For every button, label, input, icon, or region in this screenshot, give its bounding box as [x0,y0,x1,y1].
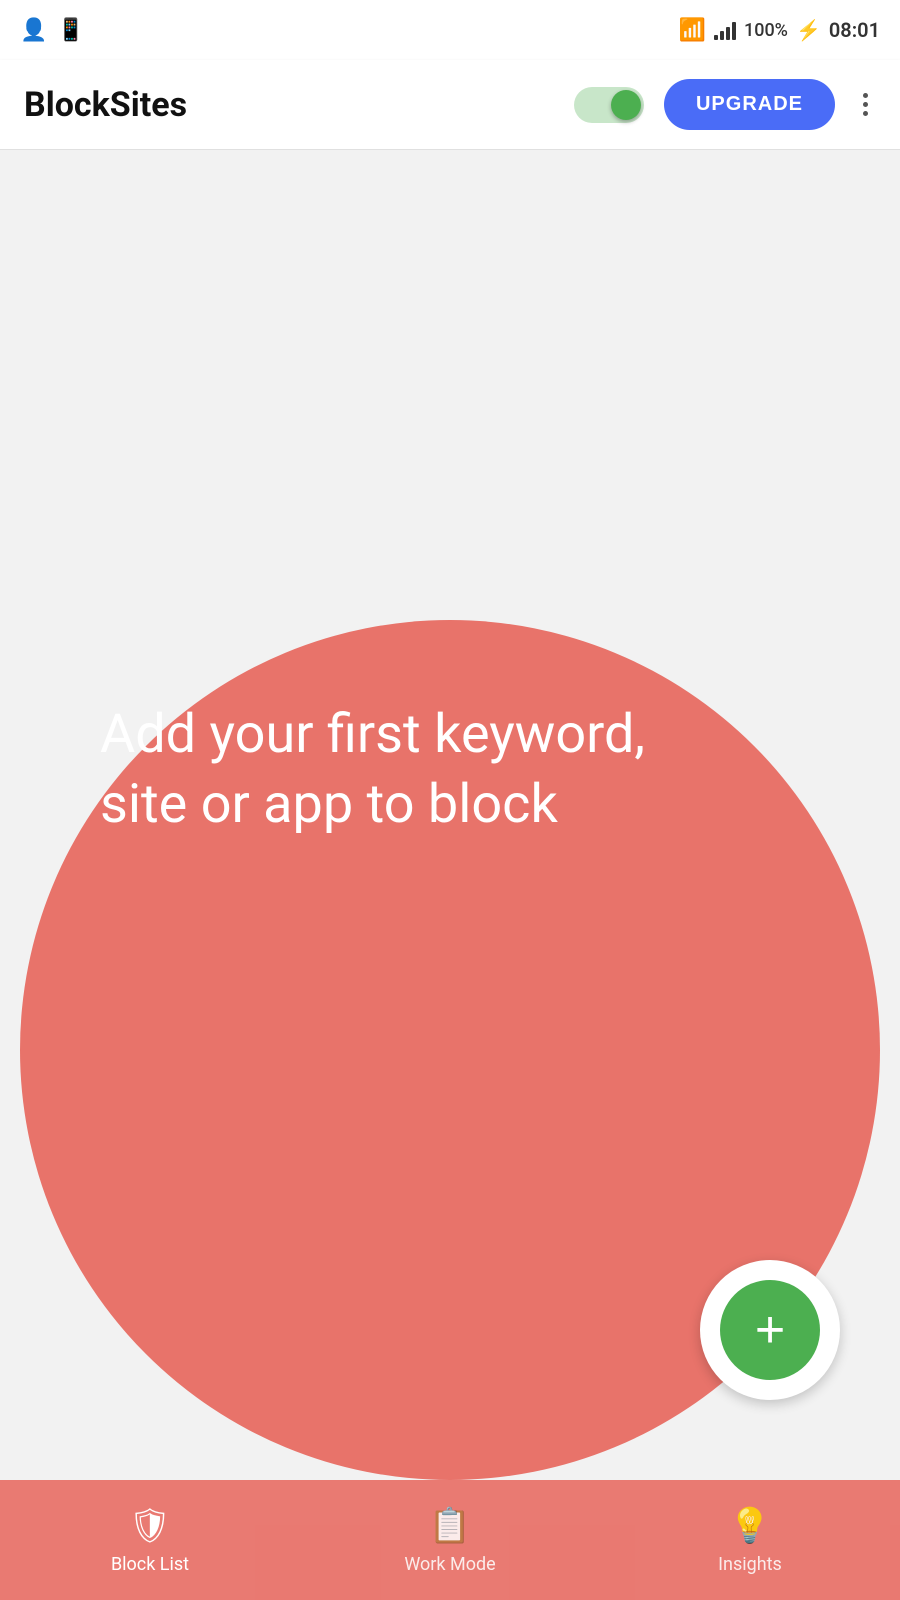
signal-icon [714,20,736,40]
nav-item-block-list[interactable]: 🛡 Block List [0,1506,300,1575]
work-mode-icon: 📋 [429,1506,471,1546]
nav-label-block-list: Block List [111,1554,189,1575]
app-header: BlockSites UPGRADE [0,60,900,150]
plus-icon: + [755,1304,785,1356]
status-bar-left: 👤 📱 [20,18,85,43]
more-options-button[interactable] [855,85,876,124]
dot-1 [863,93,868,98]
toggle-container[interactable] [574,87,644,123]
fab-container: + [700,1260,840,1400]
nav-label-work-mode: Work Mode [404,1554,495,1575]
dot-3 [863,111,868,116]
upgrade-button[interactable]: UPGRADE [664,79,835,130]
main-content: Add your first keyword, site or app to b… [0,150,900,1480]
status-bar-right: 📶 100% ⚡ 08:01 [679,18,880,43]
nav-item-work-mode[interactable]: 📋 Work Mode [300,1506,600,1575]
wifi-icon: 📶 [679,18,706,43]
block-list-icon: 🛡 [128,1506,171,1546]
time-display: 08:01 [829,18,880,42]
nav-label-insights: Insights [718,1554,782,1575]
app-title: BlockSites [24,85,554,125]
toggle-thumb [611,90,641,120]
bottom-navigation: 🛡 Block List 📋 Work Mode 💡 Insights [0,1480,900,1600]
battery-icon: ⚡ [796,18,821,42]
toggle-track [574,87,644,123]
battery-percentage: 100% [744,20,788,41]
nav-item-insights[interactable]: 💡 Insights [600,1506,900,1575]
enable-toggle[interactable] [574,87,644,123]
empty-state-text: Add your first keyword, site or app to b… [100,700,700,840]
status-bar: 👤 📱 📶 100% ⚡ 08:01 [0,0,900,60]
notification-icon: 👤 [20,18,47,43]
add-block-button[interactable]: + [720,1280,820,1380]
screen-record-icon: 📱 [57,18,84,43]
dot-2 [863,102,868,107]
insights-icon: 💡 [729,1506,771,1546]
